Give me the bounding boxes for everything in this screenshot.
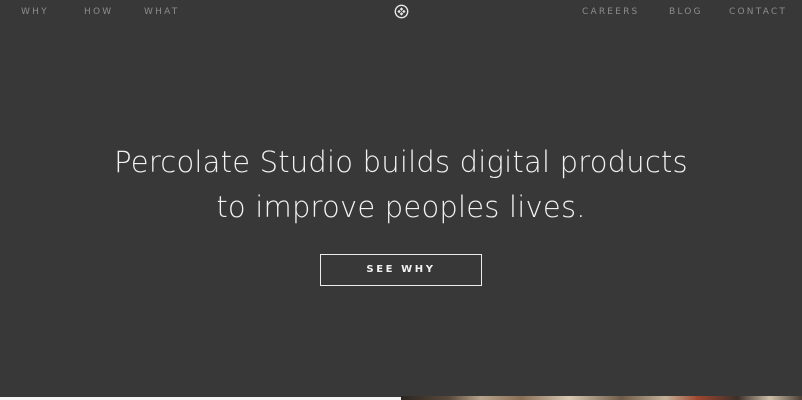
nav-link-how[interactable]: HOW: [84, 7, 113, 17]
nav-link-contact[interactable]: CONTACT: [729, 7, 787, 17]
next-section-image: [401, 396, 802, 400]
see-why-button[interactable]: SEE WHY: [320, 254, 482, 286]
percolate-logo-icon[interactable]: [394, 4, 409, 19]
nav-link-why[interactable]: WHY: [21, 7, 49, 17]
nav-link-what[interactable]: WHAT: [144, 7, 179, 17]
nav-link-careers[interactable]: CAREERS: [582, 7, 639, 17]
hero-headline-line-1: Percolate Studio builds digital products: [114, 145, 688, 179]
nav-link-blog[interactable]: BLOG: [669, 7, 703, 17]
hero-headline: Percolate Studio builds digital products…: [0, 140, 802, 230]
hero-headline-line-2: to improve peoples lives.: [216, 190, 586, 224]
